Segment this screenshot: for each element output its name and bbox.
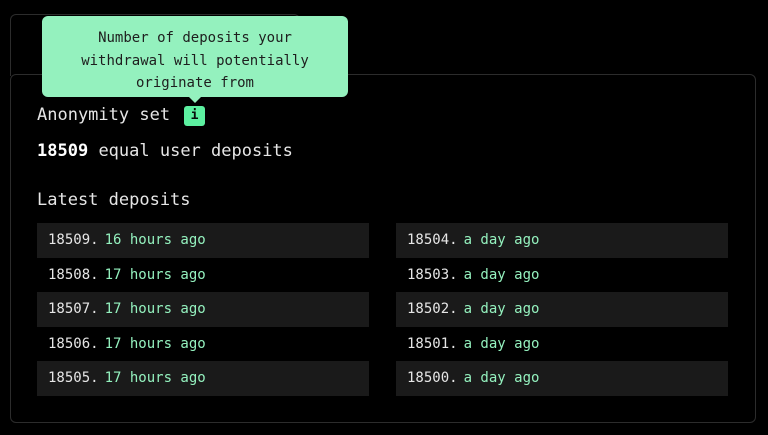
- deposit-id: 18509.: [48, 232, 99, 249]
- deposit-count-number: 18509: [37, 141, 89, 161]
- deposit-time: a day ago: [463, 335, 540, 352]
- deposit-id: 18508.: [48, 266, 99, 283]
- deposit-id: 18506.: [48, 335, 99, 352]
- deposit-time: 16 hours ago: [104, 232, 206, 249]
- deposit-row: 18505. 17 hours ago: [37, 361, 369, 396]
- anonymity-set-label: Anonymity set: [37, 105, 171, 125]
- latest-deposits-heading: Latest deposits: [37, 190, 191, 210]
- deposit-id: 18503.: [407, 266, 458, 283]
- deposit-count-suffix: equal user deposits: [98, 141, 293, 161]
- deposits-list-right: 18504. a day ago 18503. a day ago 18502.…: [396, 223, 728, 396]
- deposit-id: 18504.: [407, 232, 458, 249]
- stage: Number of deposits your withdrawal will …: [0, 0, 768, 435]
- deposit-row: 18507. 17 hours ago: [37, 292, 369, 327]
- deposit-time: 17 hours ago: [104, 301, 206, 318]
- anonymity-tooltip: Number of deposits your withdrawal will …: [42, 16, 348, 97]
- deposit-count: 18509 equal user deposits: [37, 139, 293, 163]
- info-icon[interactable]: i: [184, 106, 205, 126]
- deposit-time: 17 hours ago: [104, 370, 206, 387]
- deposits-list-left: 18509. 16 hours ago 18508. 17 hours ago …: [37, 223, 369, 396]
- deposit-row: 18501. a day ago: [396, 327, 728, 362]
- deposit-time: 17 hours ago: [104, 266, 206, 283]
- deposit-row: 18503. a day ago: [396, 258, 728, 293]
- deposit-id: 18502.: [407, 301, 458, 318]
- deposit-row: 18504. a day ago: [396, 223, 728, 258]
- deposit-row: 18508. 17 hours ago: [37, 258, 369, 293]
- deposit-time: a day ago: [463, 266, 540, 283]
- deposit-row: 18502. a day ago: [396, 292, 728, 327]
- deposit-row: 18500. a day ago: [396, 361, 728, 396]
- deposit-time: a day ago: [463, 301, 540, 318]
- deposit-id: 18501.: [407, 335, 458, 352]
- deposit-id: 18507.: [48, 301, 99, 318]
- deposit-time: a day ago: [463, 370, 540, 387]
- deposit-id: 18500.: [407, 370, 458, 387]
- tooltip-arrow: [188, 96, 202, 103]
- deposit-id: 18505.: [48, 370, 99, 387]
- deposit-time: 17 hours ago: [104, 335, 206, 352]
- deposit-row: 18509. 16 hours ago: [37, 223, 369, 258]
- deposit-row: 18506. 17 hours ago: [37, 327, 369, 362]
- deposit-time: a day ago: [463, 232, 540, 249]
